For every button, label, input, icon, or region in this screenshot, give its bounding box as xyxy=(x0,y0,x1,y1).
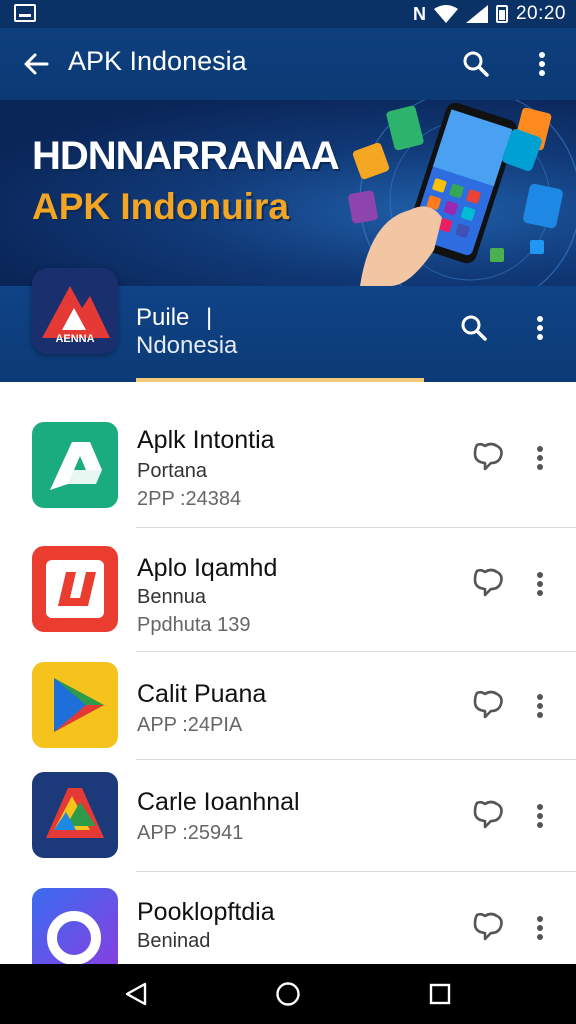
chat-bubble-icon[interactable] xyxy=(466,904,510,948)
chat-bubble-icon[interactable] xyxy=(466,434,510,478)
overflow-menu-icon[interactable] xyxy=(522,44,562,84)
app-developer: Portana xyxy=(137,460,208,482)
app-name: Calit Puana xyxy=(137,680,267,708)
list-item[interactable]: Aplk Intontia Portana 2PP :24384 xyxy=(0,396,576,528)
colorful-a-icon xyxy=(32,772,118,858)
overflow-menu-icon[interactable] xyxy=(520,308,560,348)
nfc-icon: N xyxy=(412,3,426,24)
hero-banner: HDNNARRANAA APK Indonuira xyxy=(0,100,576,286)
recents-icon[interactable] xyxy=(420,974,460,1014)
app-meta: APP :25941 xyxy=(137,822,244,844)
app-meta: 2PP :24384 xyxy=(137,488,242,510)
app-meta: Ppdhuta 139 xyxy=(137,614,251,636)
app-name: Pooklopftdia xyxy=(137,898,275,926)
letter-n-icon xyxy=(32,546,118,632)
overflow-menu-icon[interactable] xyxy=(518,436,562,480)
list-item[interactable]: Pooklopftdia Beninad xyxy=(0,872,576,964)
app-list: Aplk Intontia Portana 2PP :24384 Aplo Iq… xyxy=(0,396,576,964)
play-triangle-icon xyxy=(32,662,118,748)
letter-a-icon xyxy=(32,422,118,508)
publisher-subtitle: Ndonesia xyxy=(136,332,238,359)
home-icon[interactable] xyxy=(268,974,308,1014)
app-name: Aplk Intontia xyxy=(137,426,275,454)
overflow-menu-icon[interactable] xyxy=(518,684,562,728)
search-icon[interactable] xyxy=(454,308,494,348)
hero-headline: HDNNARRANAA xyxy=(32,134,340,178)
chat-bubble-icon[interactable] xyxy=(466,792,510,836)
status-bar: N 20:20 xyxy=(0,0,576,28)
chat-bubble-icon[interactable] xyxy=(466,560,510,604)
app-name: Aplo Iqamhd xyxy=(137,554,278,582)
search-icon[interactable] xyxy=(456,44,496,84)
overflow-menu-icon[interactable] xyxy=(518,906,562,950)
app-developer: Bennua xyxy=(137,586,206,608)
app-meta: APP :24PIA xyxy=(137,714,243,736)
publisher-name: Puile | xyxy=(136,304,213,331)
app-developer: Beninad xyxy=(137,930,211,952)
status-time: 20:20 xyxy=(515,3,566,24)
list-item[interactable]: Aplo Iqamhd Bennua Ppdhuta 139 xyxy=(0,528,576,652)
signal-icon xyxy=(465,5,488,23)
wifi-icon xyxy=(433,5,458,23)
system-nav-bar xyxy=(0,964,576,1024)
overflow-menu-icon[interactable] xyxy=(518,562,562,606)
page-title: APK Indonesia xyxy=(68,46,247,76)
publisher-logo[interactable]: AENNA xyxy=(32,268,118,354)
app-name: Carle Ioanhnal xyxy=(137,788,300,816)
chat-bubble-icon[interactable] xyxy=(466,682,510,726)
phone-illustration xyxy=(348,100,576,286)
battery-icon xyxy=(495,5,508,23)
publisher-logo-text: AENNA xyxy=(55,333,94,345)
list-item[interactable]: Calit Puana APP :24PIA xyxy=(0,652,576,760)
list-item[interactable]: Carle Ioanhnal APP :25941 xyxy=(0,760,576,872)
ring-icon xyxy=(32,888,118,964)
tab-indicator xyxy=(136,378,424,382)
screenshot-icon xyxy=(14,4,36,22)
overflow-menu-icon[interactable] xyxy=(518,794,562,838)
app-bar: APK Indonesia xyxy=(0,28,576,100)
publisher-header: AENNA Puile | Ndonesia xyxy=(0,268,576,382)
hero-subheadline: APK Indonuira xyxy=(32,186,289,227)
back-arrow-icon[interactable] xyxy=(16,44,56,84)
back-icon[interactable] xyxy=(116,974,156,1014)
status-icons: N 20:20 xyxy=(413,2,566,26)
publisher-separator: | xyxy=(206,304,213,331)
